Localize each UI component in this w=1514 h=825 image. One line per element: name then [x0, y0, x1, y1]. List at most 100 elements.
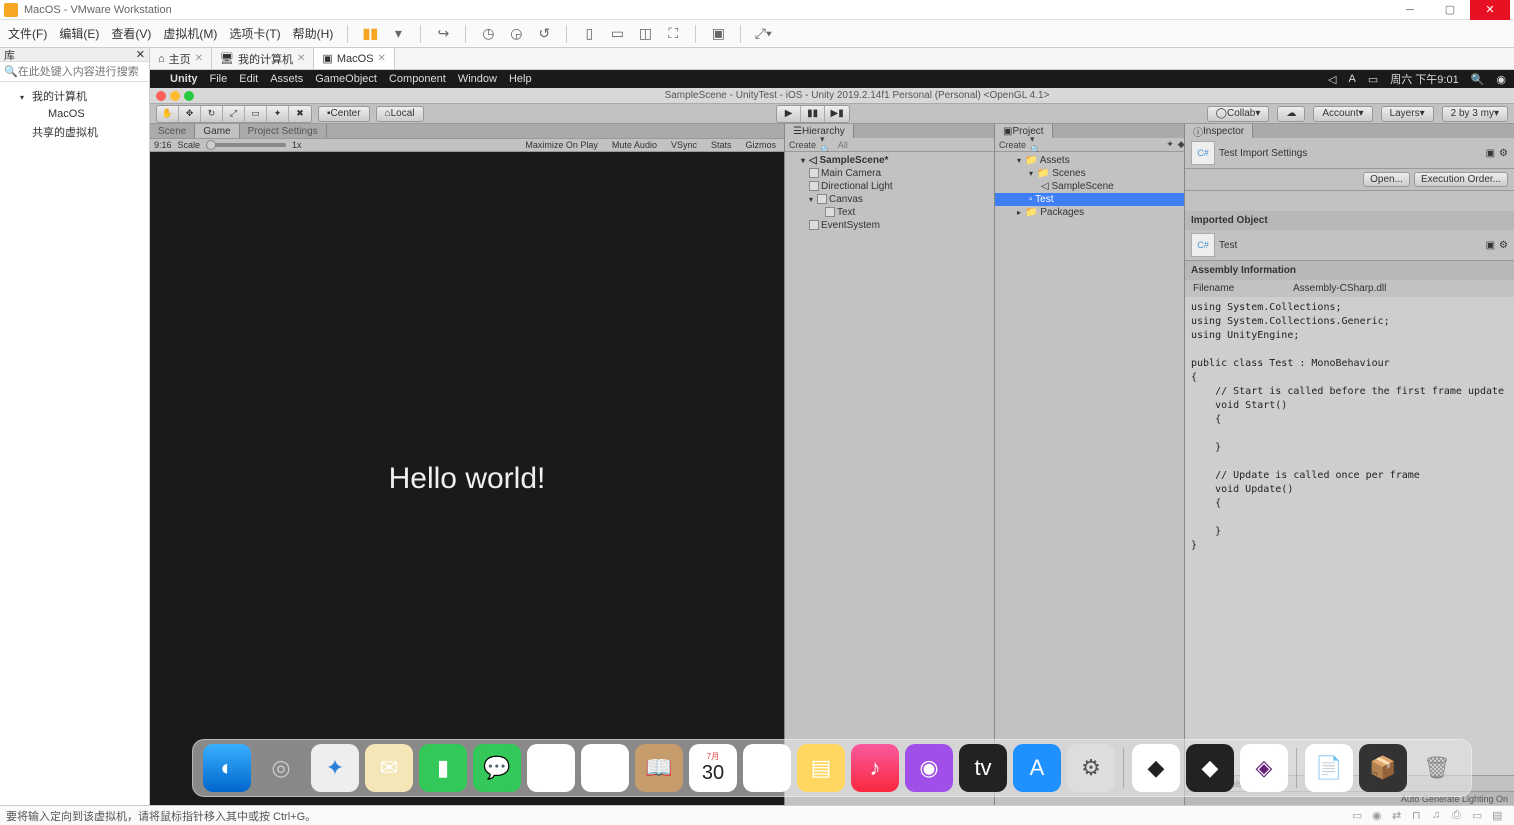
lang-icon[interactable]: A — [1348, 73, 1355, 85]
project-create[interactable]: Create — [999, 140, 1026, 150]
scale-tool-icon[interactable]: ⤢ — [223, 106, 245, 122]
collab-button[interactable]: ◯ Collab ▾ — [1207, 106, 1270, 122]
tab-macos[interactable]: ▣ MacOS ✕ — [314, 48, 394, 69]
minimize-button[interactable]: ─ — [1390, 0, 1430, 20]
menu-help[interactable]: 帮助(H) — [293, 25, 334, 42]
menu-vm[interactable]: 虚拟机(M) — [163, 25, 217, 42]
unity-status-icon[interactable]: ◁ — [1328, 73, 1336, 86]
hierarchy-text[interactable]: Text — [785, 206, 994, 219]
aspect-dropdown[interactable]: 9:16 — [154, 140, 172, 150]
transform-tool-icon[interactable]: ✦ — [267, 106, 289, 122]
tab-project[interactable]: ▣ Project — [995, 124, 1053, 138]
menu-file[interactable]: File — [210, 73, 228, 85]
min-traffic-icon[interactable] — [170, 91, 180, 101]
facetime-icon[interactable]: ▮ — [419, 744, 467, 792]
settings-icon[interactable]: ⚙ — [1067, 744, 1115, 792]
printer-icon[interactable]: ⎙ — [1452, 809, 1468, 823]
menu-edit[interactable]: 编辑(E) — [59, 25, 99, 42]
clock[interactable]: 周六 下午9:01 — [1390, 71, 1458, 87]
mail-icon[interactable]: ✉ — [365, 744, 413, 792]
tab-project-settings[interactable]: Project Settings — [240, 124, 327, 138]
max-traffic-icon[interactable] — [184, 91, 194, 101]
project-scenes[interactable]: ▾📁 Scenes — [995, 167, 1184, 180]
filter-icon[interactable]: ✦ — [1166, 139, 1174, 150]
revert-icon[interactable]: ↺ — [536, 26, 552, 42]
snapshot-icon[interactable]: ◷ — [480, 26, 496, 42]
tree-macos[interactable]: MacOS — [0, 106, 149, 122]
downloads-icon[interactable]: 📄 — [1305, 744, 1353, 792]
visualstudio-icon[interactable]: ◈ — [1240, 744, 1288, 792]
reminders-icon[interactable]: ☰ — [743, 744, 791, 792]
menu-view[interactable]: 查看(V) — [111, 25, 151, 42]
fullscreen-icon[interactable]: ⛶ — [665, 26, 681, 42]
hierarchy-main-camera[interactable]: Main Camera — [785, 167, 994, 180]
step-button[interactable]: ▶▮ — [825, 106, 849, 122]
tv-icon[interactable]: tv — [959, 744, 1007, 792]
display-icon[interactable]: ▭ — [1472, 809, 1488, 823]
search-icon[interactable]: 🔍 — [1471, 73, 1485, 86]
unity-hub-icon[interactable]: ◆ — [1132, 744, 1180, 792]
send-icon[interactable]: ↪ — [435, 26, 451, 42]
project-assets[interactable]: ▾📁 Assets — [995, 154, 1184, 167]
close-icon[interactable]: ✕ — [136, 48, 145, 61]
maps-icon[interactable]: 🗺 — [527, 744, 575, 792]
account-button[interactable]: Account ▾ — [1313, 106, 1372, 122]
msg-icon[interactable]: ▤ — [1492, 809, 1508, 823]
display-icon[interactable]: ▭ — [1368, 73, 1378, 86]
close-icon[interactable]: ✕ — [195, 53, 203, 64]
rect-tool-icon[interactable]: ▭ — [245, 106, 267, 122]
play-button[interactable]: ▶ — [777, 106, 801, 122]
opt-mute[interactable]: Mute Audio — [608, 140, 661, 150]
library-search[interactable]: 🔍 — [0, 62, 149, 82]
close-icon[interactable]: ✕ — [297, 53, 305, 64]
pause-icon[interactable]: ▮▮ — [362, 26, 378, 42]
pivot-local-button[interactable]: ⌂ Local — [376, 106, 424, 122]
tab-home[interactable]: ⌂ 主页 ✕ — [150, 48, 212, 69]
move-tool-icon[interactable]: ✥ — [179, 106, 201, 122]
layers-button[interactable]: Layers ▾ — [1381, 106, 1434, 122]
stretch-icon[interactable]: ⤢▾ — [755, 26, 771, 42]
siri-icon[interactable]: ◉ — [1496, 73, 1506, 86]
launchpad-icon[interactable]: ◎ — [257, 744, 305, 792]
project-packages[interactable]: ▸📁 Packages — [995, 206, 1184, 219]
menu-window[interactable]: Window — [458, 73, 497, 85]
usb-icon[interactable]: ⊓ — [1412, 809, 1428, 823]
hierarchy-scene[interactable]: ▾◁ SampleScene* — [785, 154, 994, 167]
scale-slider[interactable] — [206, 143, 286, 147]
unity-mode-icon[interactable]: ▣ — [710, 26, 726, 42]
cloud-button[interactable]: ☁ — [1277, 106, 1305, 122]
gear-icon[interactable]: ⚙ — [1499, 240, 1508, 251]
menu-assets[interactable]: Assets — [270, 73, 303, 85]
menu-help[interactable]: Help — [509, 73, 532, 85]
project-search[interactable] — [1045, 139, 1162, 150]
contacts-icon[interactable]: 📖 — [635, 744, 683, 792]
trash-icon[interactable]: 🗑 — [1413, 744, 1461, 792]
calendar-icon[interactable]: 7月30 — [689, 744, 737, 792]
snapshot-mgr-icon[interactable]: ◶ — [508, 26, 524, 42]
pause-button[interactable]: ▮▮ — [801, 106, 825, 122]
execution-order-button[interactable]: Execution Order... — [1414, 172, 1508, 187]
safari-icon[interactable]: ✦ — [311, 744, 359, 792]
library-search-input[interactable] — [18, 66, 145, 78]
close-icon[interactable]: ✕ — [378, 53, 386, 64]
messages-icon[interactable]: 💬 — [473, 744, 521, 792]
pivot-center-button[interactable]: ▪ Center — [318, 106, 370, 122]
net-icon[interactable]: ⇄ — [1392, 809, 1408, 823]
layout-button[interactable]: 2 by 3 my ▾ — [1442, 106, 1508, 122]
tab-game[interactable]: Game — [195, 124, 239, 138]
view-mode3-icon[interactable]: ◫ — [637, 26, 653, 42]
unity-icon[interactable]: ◆ — [1186, 744, 1234, 792]
cd-icon[interactable]: ◉ — [1372, 809, 1388, 823]
dropdown-icon[interactable]: ▾ — [390, 26, 406, 42]
menu-file[interactable]: 文件(F) — [8, 25, 47, 42]
photos-icon[interactable]: ✿ — [581, 744, 629, 792]
tree-shared[interactable]: 共享的虚拟机 — [0, 122, 149, 142]
open-button[interactable]: Open... — [1363, 172, 1410, 187]
appstore-icon[interactable]: A — [1013, 744, 1061, 792]
gear-icon[interactable]: ⚙ — [1499, 148, 1508, 159]
close-traffic-icon[interactable] — [156, 91, 166, 101]
custom-tool-icon[interactable]: ✖ — [289, 106, 311, 122]
tab-inspector[interactable]: ⓘ Inspector — [1185, 124, 1253, 138]
menu-edit[interactable]: Edit — [239, 73, 258, 85]
tab-scene[interactable]: Scene — [150, 124, 195, 138]
